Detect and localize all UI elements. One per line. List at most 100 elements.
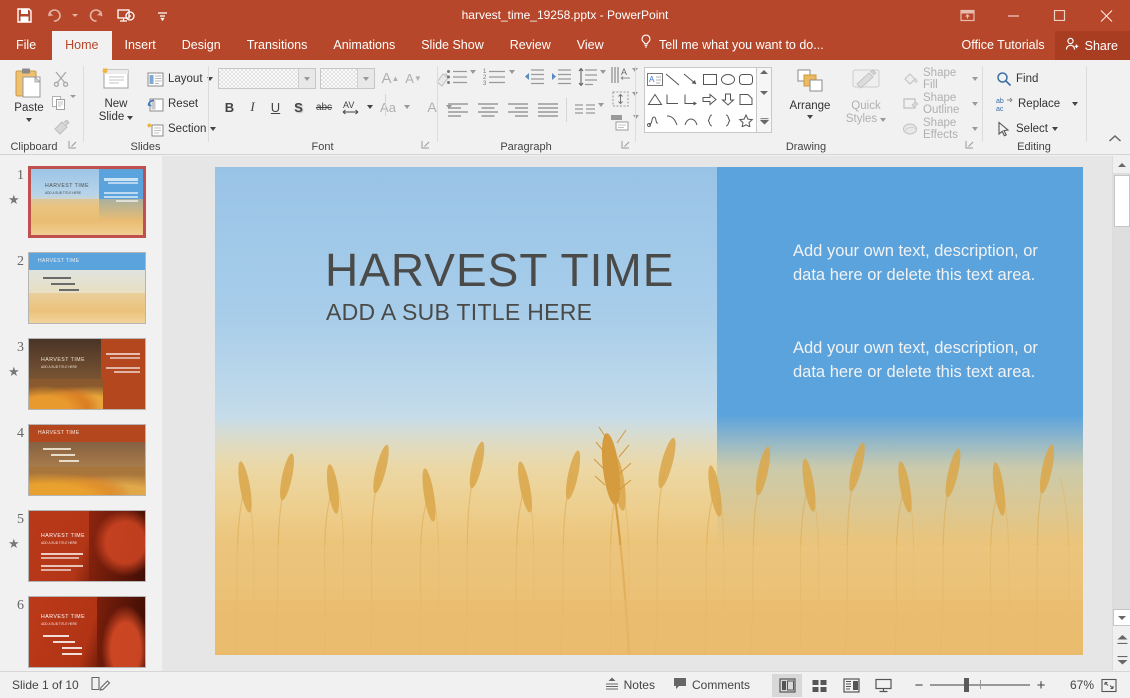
gallery-scroll-down-icon[interactable] [760, 91, 768, 95]
shape-pentagon[interactable] [737, 90, 755, 111]
previous-slide-button[interactable] [1113, 631, 1130, 648]
numbering-dropdown-icon[interactable] [509, 70, 515, 92]
shape-triangle[interactable] [646, 90, 664, 111]
character-spacing-dropdown-icon[interactable] [364, 96, 375, 118]
font-size-input[interactable] [320, 68, 375, 89]
change-case-button[interactable]: Aa [375, 96, 401, 118]
change-case-dropdown-icon[interactable] [401, 96, 412, 118]
increase-indent-button[interactable] [550, 68, 572, 91]
shape-outline-dropdown-icon[interactable] [972, 102, 978, 106]
undo-dropdown-icon[interactable] [70, 3, 80, 29]
character-spacing-button[interactable]: AV [338, 96, 364, 118]
slide-scroll-up-button[interactable] [1113, 156, 1130, 173]
slide-scroll-down-button[interactable] [1113, 609, 1130, 626]
share-button[interactable]: Share [1054, 31, 1130, 60]
notes-button[interactable]: Notes [597, 674, 663, 697]
slide-body-text-1[interactable]: Add your own text, description, or data … [793, 239, 1055, 287]
shape-outline-button[interactable]: Shape Outline [899, 92, 981, 116]
italic-button[interactable]: I [241, 96, 264, 118]
shape-rounded-rectangle[interactable] [737, 69, 755, 90]
thumbnail-image[interactable]: HARVEST TIME ADD A SUB TITLE HERE [28, 596, 146, 668]
thumbnail-slide-4[interactable]: 4 HARVEST TIME [0, 424, 162, 496]
slide-body-text-2[interactable]: Add your own text, description, or data … [793, 336, 1055, 384]
strikethrough-button[interactable]: abc [310, 96, 338, 118]
thumbnail-slide-3[interactable]: 3 HARVEST TIME ADD A SUB TITLE HERE ★ [0, 338, 162, 410]
tab-transitions[interactable]: Transitions [234, 31, 321, 60]
format-painter-button[interactable] [48, 116, 74, 137]
copy-button[interactable] [48, 92, 70, 113]
slide-scrollbar[interactable] [1112, 156, 1130, 671]
slide-subtitle[interactable]: ADD A SUB TITLE HERE [326, 299, 592, 326]
tab-view[interactable]: View [564, 31, 617, 60]
redo-icon[interactable] [82, 3, 110, 29]
shape-fill-button[interactable]: Shape Fill [899, 67, 981, 91]
tab-design[interactable]: Design [169, 31, 234, 60]
new-slide-button[interactable]: New Slide [92, 66, 140, 124]
zoom-in-button[interactable]: + [1032, 677, 1050, 694]
tab-review[interactable]: Review [497, 31, 564, 60]
undo-icon[interactable] [40, 3, 68, 29]
fit-slide-button[interactable] [1096, 678, 1122, 693]
shape-arrow[interactable] [682, 69, 700, 90]
replace-button[interactable]: ab ac Replace [993, 93, 1081, 115]
current-slide[interactable]: HARVEST TIME ADD A SUB TITLE HERE Add yo… [215, 167, 1083, 655]
tab-animations[interactable]: Animations [320, 31, 408, 60]
shape-scribble[interactable] [646, 110, 664, 131]
thumbnail-slide-5[interactable]: 5 HARVEST TIME ADD A SUB TITLE HERE ★ [0, 510, 162, 582]
arrange-dropdown-icon[interactable] [807, 115, 813, 119]
shape-rectangle[interactable] [700, 69, 718, 90]
gallery-more-icon[interactable] [759, 112, 769, 130]
text-direction-button[interactable]: A [610, 66, 632, 89]
zoom-level-label[interactable]: 67% [1052, 678, 1094, 692]
shape-arc[interactable] [682, 110, 700, 131]
replace-dropdown-icon[interactable] [1072, 102, 1079, 106]
zoom-slider-handle[interactable] [964, 678, 969, 692]
slide-scroll-thumb[interactable] [1114, 175, 1130, 227]
shape-oval[interactable] [719, 69, 737, 90]
layout-button[interactable]: Layout [144, 68, 216, 90]
line-spacing-dropdown-icon[interactable] [600, 70, 606, 92]
zoom-out-button[interactable]: − [910, 677, 928, 694]
thumbnail-slide-6[interactable]: 6 HARVEST TIME ADD A SUB TITLE HERE [0, 596, 162, 668]
gallery-scroll-up-icon[interactable] [760, 70, 768, 74]
align-text-button[interactable] [611, 90, 631, 113]
thumbnail-image[interactable]: HARVEST TIME [28, 252, 146, 324]
bullets-dropdown-icon[interactable] [470, 70, 476, 92]
quick-styles-button[interactable]: Quick Styles [840, 68, 892, 126]
zoom-slider[interactable] [930, 676, 1030, 694]
shape-down-arrow[interactable] [719, 90, 737, 111]
columns-dropdown-icon[interactable] [598, 103, 604, 125]
thumbnail-slide-2[interactable]: 2 HARVEST TIME [0, 252, 162, 324]
slide-sorter-view-button[interactable] [804, 674, 834, 697]
slide-show-view-button[interactable] [868, 674, 898, 697]
reading-view-button[interactable] [836, 674, 866, 697]
slide-scroll-track[interactable] [1113, 173, 1130, 609]
tell-me-search[interactable]: Tell me what you want to do... [640, 31, 824, 60]
start-presentation-icon[interactable] [112, 3, 140, 29]
shape-effects-button[interactable]: Shape Effects [899, 117, 981, 141]
close-icon[interactable] [1082, 0, 1130, 31]
paste-dropdown-icon[interactable] [26, 118, 32, 122]
slide-thumbnail-pane[interactable]: 1 HARVEST TIME ADD A SUB TITLE HERE ★ 2 … [0, 156, 162, 671]
bold-button[interactable]: B [218, 96, 241, 118]
align-center-button[interactable] [477, 102, 499, 123]
tab-slide-show[interactable]: Slide Show [408, 31, 497, 60]
shape-star[interactable] [737, 110, 755, 131]
shape-left-brace[interactable] [700, 110, 718, 131]
decrease-font-size-button[interactable]: A ▼ [402, 68, 425, 89]
tab-file[interactable]: File [0, 31, 53, 60]
thumbnail-image[interactable]: HARVEST TIME ADD A SUB TITLE HERE [28, 166, 146, 238]
shape-elbow-arrow[interactable] [682, 90, 700, 111]
underline-button[interactable]: U [264, 96, 287, 118]
shape-fill-dropdown-icon[interactable] [972, 77, 978, 81]
slide-title[interactable]: HARVEST TIME [325, 243, 674, 297]
copy-dropdown-icon[interactable] [70, 95, 76, 116]
customize-qat-icon[interactable] [148, 3, 176, 29]
line-spacing-button[interactable] [578, 67, 598, 91]
save-icon[interactable] [10, 3, 38, 29]
select-dropdown-icon[interactable] [1051, 127, 1058, 131]
font-name-input[interactable] [218, 68, 316, 89]
align-right-button[interactable] [507, 102, 529, 123]
convert-to-smartart-button[interactable] [610, 113, 632, 136]
decrease-indent-button[interactable] [523, 68, 545, 91]
